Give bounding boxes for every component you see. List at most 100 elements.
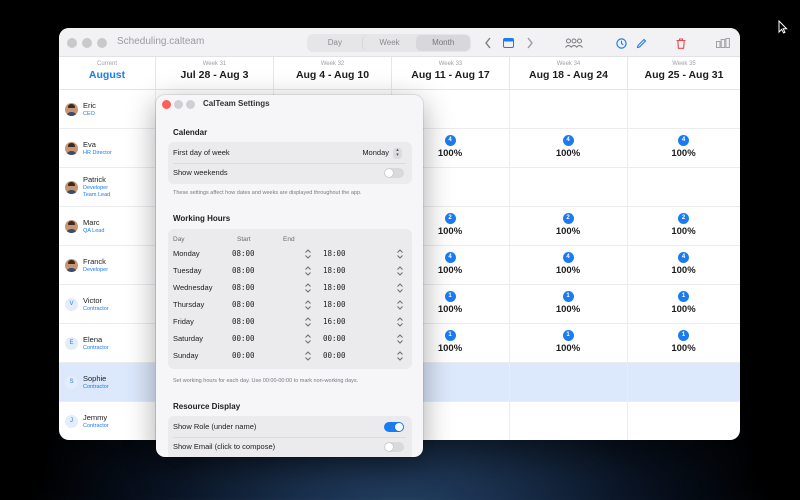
start-time-field[interactable]: 08:00 <box>232 249 255 258</box>
person-cell[interactable]: J Jemmy Contractor <box>59 402 155 440</box>
calendar-settings-card: First day of week Monday ▴ ▾ Show weekend… <box>168 142 412 184</box>
columns-icon[interactable] <box>715 36 731 50</box>
current-label: Current <box>96 61 117 67</box>
close-settings-button[interactable] <box>162 100 171 109</box>
end-time-stepper-icon[interactable] <box>396 265 404 277</box>
person-cell[interactable]: Eva HR Director <box>59 129 155 168</box>
first-day-select[interactable]: Monday ▴ ▾ <box>362 143 402 163</box>
person-cell[interactable]: Eric CEO <box>59 90 155 129</box>
end-time-stepper-icon[interactable] <box>396 299 404 311</box>
week-cell[interactable] <box>509 168 627 207</box>
person-cell[interactable]: Marc QA Lead <box>59 207 155 246</box>
week-header[interactable]: Week 34 Aug 18 - Aug 24 <box>509 57 627 90</box>
end-time-stepper-icon[interactable] <box>396 282 404 294</box>
minimize-window-button[interactable] <box>82 38 92 48</box>
allocation-count-badge[interactable]: 2 <box>678 213 689 224</box>
calendar-icon[interactable] <box>502 36 514 50</box>
person-role: QA Lead <box>83 228 105 234</box>
allocation-percent: 100% <box>671 226 696 237</box>
end-time-field[interactable]: 18:00 <box>323 266 346 275</box>
allocation-count-badge[interactable]: 1 <box>562 291 574 302</box>
week-header[interactable]: Week 35 Aug 25 - Aug 31 <box>627 57 740 90</box>
allocation-count-badge[interactable]: 2 <box>562 213 574 224</box>
hours-day-label: Monday <box>173 249 200 258</box>
titlebar: Scheduling.calteam Day Week Month <box>59 28 740 57</box>
week-cell[interactable] <box>627 90 740 129</box>
allocation-percent: 100% <box>555 343 581 354</box>
allocation-count-badge[interactable]: 2 <box>444 213 456 224</box>
end-time-field[interactable]: 18:00 <box>323 249 346 258</box>
start-time-stepper-icon[interactable] <box>304 282 312 294</box>
start-time-stepper-icon[interactable] <box>304 350 312 362</box>
minimize-settings-button[interactable] <box>174 100 183 109</box>
allocation-count-badge[interactable]: 1 <box>562 330 574 341</box>
show-role-toggle[interactable] <box>384 422 404 432</box>
allocation-count-badge[interactable]: 1 <box>678 291 689 302</box>
show-email-toggle[interactable] <box>384 442 404 452</box>
week-cell[interactable] <box>627 168 740 207</box>
allocation-count-badge[interactable]: 4 <box>678 252 689 263</box>
start-time-stepper-icon[interactable] <box>304 248 312 260</box>
allocation-count-badge[interactable]: 1 <box>444 330 456 341</box>
chevron-left-icon[interactable] <box>482 36 494 50</box>
view-day-button[interactable]: Day <box>308 35 362 51</box>
person-cell[interactable]: V Victor Contractor <box>59 285 155 324</box>
week-cell[interactable] <box>509 90 627 129</box>
hours-day-label: Thursday <box>173 300 205 309</box>
hours-day-label: Saturday <box>173 334 204 343</box>
show-weekends-toggle[interactable] <box>384 168 404 178</box>
chevron-right-icon[interactable] <box>524 36 536 50</box>
week-header[interactable]: Week 31 Jul 28 - Aug 3 <box>155 57 273 90</box>
week-header[interactable]: Week 33 Aug 11 - Aug 17 <box>391 57 509 90</box>
week-cell[interactable] <box>627 402 740 440</box>
start-time-stepper-icon[interactable] <box>304 333 312 345</box>
end-time-stepper-icon[interactable] <box>396 248 404 260</box>
allocation-count-badge[interactable]: 4 <box>562 135 574 146</box>
close-window-button[interactable] <box>67 38 77 48</box>
start-time-field[interactable]: 00:00 <box>232 334 255 343</box>
pencil-icon[interactable] <box>635 36 647 50</box>
end-time-field[interactable]: 00:00 <box>323 351 346 360</box>
avatar <box>65 103 78 116</box>
zoom-window-button[interactable] <box>97 38 107 48</box>
start-time-field[interactable]: 08:00 <box>232 317 255 326</box>
start-time-stepper-icon[interactable] <box>304 265 312 277</box>
end-time-field[interactable]: 16:00 <box>323 317 346 326</box>
end-time-field[interactable]: 18:00 <box>323 300 346 309</box>
view-week-button[interactable]: Week <box>361 35 417 51</box>
view-month-button[interactable]: Month <box>416 35 471 51</box>
start-time-stepper-icon[interactable] <box>304 299 312 311</box>
end-time-stepper-icon[interactable] <box>396 350 404 362</box>
week-range: Aug 25 - Aug 31 <box>644 69 724 81</box>
start-time-field[interactable]: 08:00 <box>232 300 255 309</box>
trash-icon[interactable] <box>675 36 687 50</box>
allocation-count-badge[interactable]: 4 <box>444 135 456 146</box>
week-cell[interactable] <box>509 363 627 402</box>
allocation-count-badge[interactable]: 4 <box>562 252 574 263</box>
week-cell[interactable] <box>627 363 740 402</box>
week-cell[interactable] <box>509 402 627 440</box>
start-time-field[interactable]: 08:00 <box>232 266 255 275</box>
allocation-count-badge[interactable]: 1 <box>444 291 456 302</box>
end-time-stepper-icon[interactable] <box>396 316 404 328</box>
allocation-count-badge[interactable]: 4 <box>444 252 456 263</box>
person-role: Contractor <box>83 345 109 351</box>
start-time-field[interactable]: 08:00 <box>232 283 255 292</box>
start-time-field[interactable]: 00:00 <box>232 351 255 360</box>
person-cell[interactable]: Franck Developer <box>59 246 155 285</box>
person-cell[interactable]: E Elena Contractor <box>59 324 155 363</box>
allocation-percent: 100% <box>671 148 696 159</box>
people-icon[interactable] <box>564 36 584 50</box>
allocation-count-badge[interactable]: 4 <box>678 135 689 146</box>
person-cell[interactable]: S Sophie Contractor <box>59 363 155 402</box>
allocation-count-badge[interactable]: 1 <box>678 330 689 341</box>
clock-icon[interactable] <box>615 36 627 50</box>
end-time-stepper-icon[interactable] <box>396 333 404 345</box>
person-cell[interactable]: Patrick Developer Team Lead <box>59 168 155 207</box>
week-header[interactable]: Week 32 Aug 4 - Aug 10 <box>273 57 391 90</box>
start-time-stepper-icon[interactable] <box>304 316 312 328</box>
current-month[interactable]: August <box>59 69 155 81</box>
zoom-settings-button[interactable] <box>186 100 195 109</box>
end-time-field[interactable]: 18:00 <box>323 283 346 292</box>
end-time-field[interactable]: 00:00 <box>323 334 346 343</box>
